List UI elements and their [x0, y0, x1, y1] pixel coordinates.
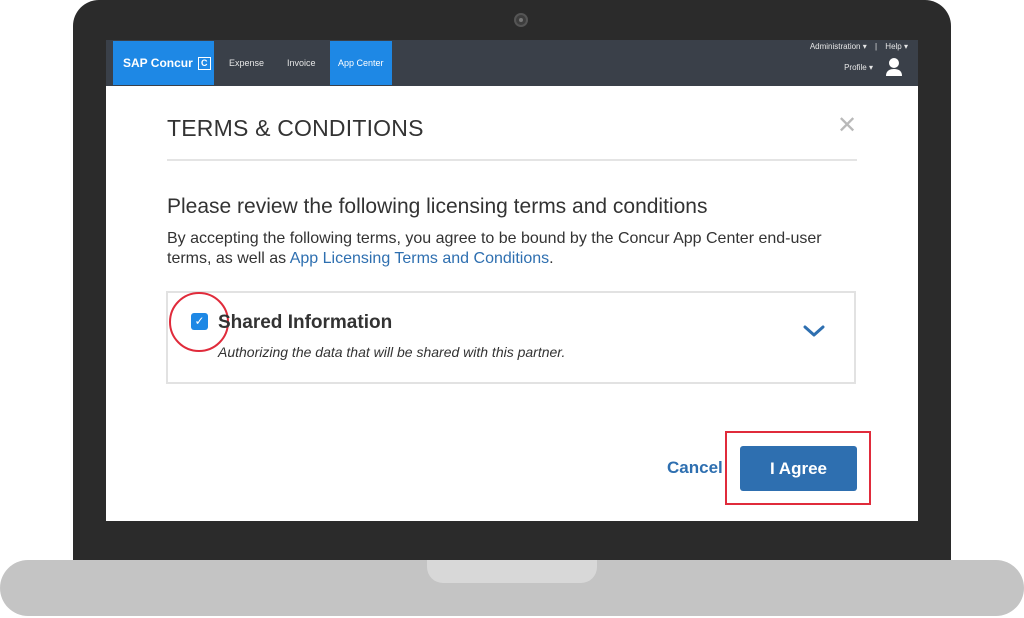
utility-separator: | — [874, 42, 878, 51]
nav-link-invoice[interactable]: Invoice — [279, 41, 324, 85]
terms-heading: Please review the following licensing te… — [167, 195, 708, 218]
cancel-button[interactable]: Cancel — [667, 458, 723, 478]
nav-link-expense[interactable]: Expense — [221, 41, 272, 85]
profile-menu[interactable]: Profile ▾ — [844, 63, 873, 72]
brand-logo[interactable]: SAP Concur C — [113, 41, 214, 85]
nav-link-app-center[interactable]: App Center — [330, 41, 392, 85]
licensing-terms-link[interactable]: App Licensing Terms and Conditions — [290, 250, 549, 267]
brand-name: SAP Concur — [123, 56, 193, 70]
help-menu[interactable]: Help ▾ — [885, 42, 908, 51]
top-navigation: SAP Concur C Expense Invoice App Center … — [106, 40, 918, 86]
administration-menu[interactable]: Administration ▾ — [810, 42, 867, 51]
utility-menu: Administration ▾ | Help ▾ — [804, 42, 908, 51]
user-icon[interactable] — [885, 57, 903, 77]
terms-paragraph-end: . — [549, 250, 554, 267]
modal-title: TERMS & CONDITIONS — [167, 115, 424, 141]
shared-information-description: Authorizing the data that will be shared… — [218, 344, 566, 360]
screen: SAP Concur C Expense Invoice App Center … — [106, 40, 918, 521]
agree-highlight-box — [725, 431, 871, 505]
camera-icon — [514, 13, 528, 27]
brand-mark-icon: C — [197, 56, 211, 70]
shared-information-panel[interactable] — [166, 291, 856, 384]
terms-paragraph: By accepting the following terms, you ag… — [167, 229, 857, 269]
shared-information-title: Shared Information — [218, 312, 393, 333]
title-divider — [167, 159, 857, 161]
laptop-notch — [427, 560, 597, 583]
chevron-down-icon[interactable] — [803, 324, 825, 338]
close-icon[interactable]: ✕ — [837, 111, 857, 140]
